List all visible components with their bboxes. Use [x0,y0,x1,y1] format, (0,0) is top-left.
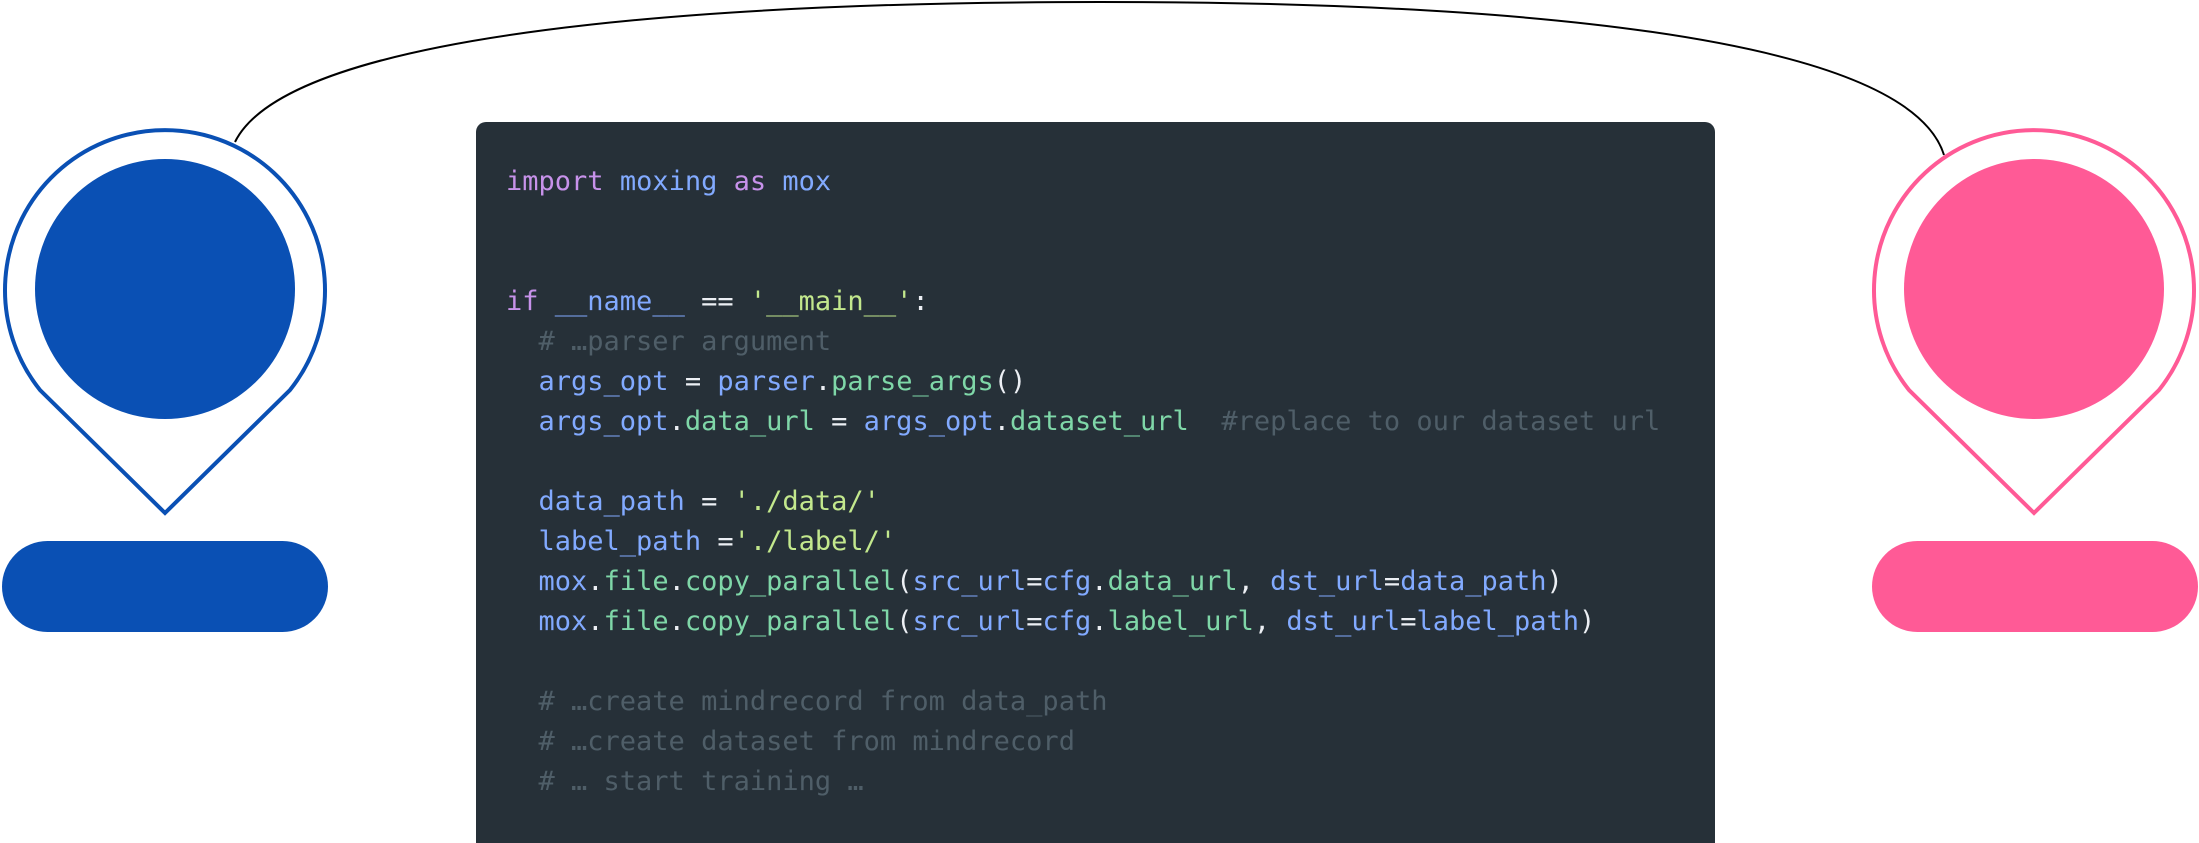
cfg-data-url-attr: data_url [1107,566,1238,597]
code-line-comment: # … start training … [506,762,1715,802]
code-line-copy-data: mox.file.copy_parallel(src_url=cfg.data_… [538,566,1563,597]
file-attr: file [603,566,669,597]
cfg-object: cfg [1042,566,1092,597]
code-line-comment: # …parser argument [506,322,1715,362]
copy-parallel-function: copy_parallel [684,566,897,597]
name-variable: __name__ [554,286,685,317]
keyword-if: if [506,286,539,317]
assign-operator: = [717,526,734,557]
data-path-arg: data_path [1400,566,1547,597]
comment-create-mindrecord: # …create mindrecord from data_path [538,686,1108,717]
comment-start-training: # … start training … [538,766,864,797]
code-block: import moxing as mox if __name__ == '__m… [476,122,1715,843]
module-name: moxing [619,166,718,197]
parse-args-function: parse_args [831,366,994,397]
args-opt-var: args_opt [538,366,669,397]
label-path-var: label_path [538,526,702,557]
mox-object: mox [538,606,588,637]
dataset-url-attr: dataset_url [1009,406,1189,437]
right-label-pill [1872,541,2198,632]
keyword-import: import [506,166,604,197]
code-line-data-path: data_path = './data/' [506,482,1715,522]
label-path-string: './label/' [733,526,897,557]
left-location-pin-icon [3,128,327,516]
code-line-comment: # …create dataset from mindrecord [506,722,1715,762]
colon: : [912,286,929,317]
args-opt-var: args_opt [863,406,994,437]
parser-object: parser [717,366,815,397]
src-url-param: src_url [912,606,1027,637]
dst-url-param: dst_url [1286,606,1401,637]
parens: () [993,366,1027,397]
cfg-object: cfg [1042,606,1092,637]
assign-operator: = [831,406,848,437]
mox-object: mox [538,566,588,597]
code-line-copy-label: mox.file.copy_parallel(src_url=cfg.label… [538,606,1596,637]
code-line-parse-args: args_opt = parser.parse_args() [538,366,1027,397]
assign-operator: = [684,366,702,397]
equality-operator: == [701,286,734,317]
data-url-attr: data_url [684,406,815,437]
right-location-pin-icon [1872,128,2196,516]
comment-create-dataset: # …create dataset from mindrecord [538,726,1075,757]
file-attr: file [603,606,669,637]
assign-operator: = [701,486,718,517]
cfg-label-url-attr: label_url [1107,606,1254,637]
copy-parallel-function: copy_parallel [684,606,897,637]
code-line-import: import moxing as mox [506,162,1715,202]
code-line-label-path: label_path ='./label/' [506,522,1715,562]
dst-url-param: dst_url [1270,566,1384,597]
args-opt-var: args_opt [538,406,669,437]
label-path-arg: label_path [1416,606,1580,637]
data-path-var: data_path [538,486,685,517]
keyword-as: as [733,166,767,197]
comment-replace-url: #replace to our dataset url [1221,406,1661,437]
code-line-comment: # …create mindrecord from data_path [506,682,1715,722]
code-line-if-main: if __name__ == '__main__': [506,282,1715,322]
main-string: '__main__' [749,286,913,317]
code-line-data-url: args_opt.data_url = args_opt.dataset_url… [538,406,1661,437]
src-url-param: src_url [912,566,1027,597]
comment-parser-argument: # …parser argument [538,326,832,357]
left-label-pill [2,541,328,632]
module-alias: mox [782,166,832,197]
data-path-string: './data/' [733,486,880,517]
